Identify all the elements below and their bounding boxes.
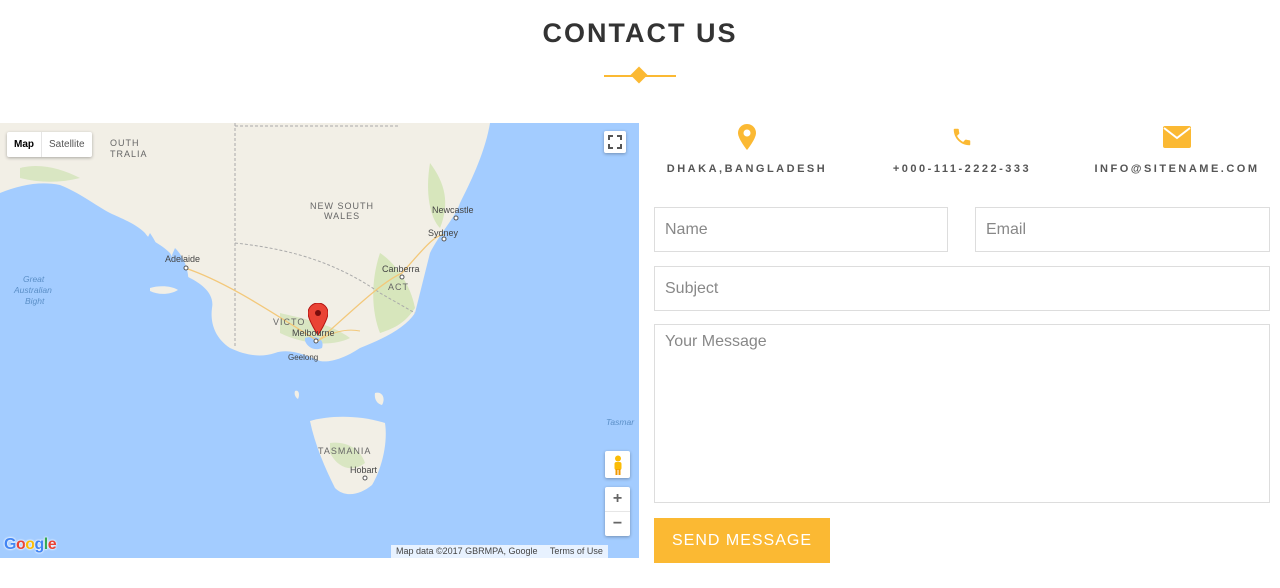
google-map[interactable]: OUTH TRALIA NEW SOUTH WALES Newcastle Syd… xyxy=(0,123,639,558)
subject-input[interactable] xyxy=(654,266,1270,311)
title-divider xyxy=(604,66,676,85)
map-data-text: Map data ©2017 GBRMPA, Google xyxy=(396,546,538,556)
zoom-out-button[interactable]: − xyxy=(605,512,630,536)
street-view-pegman-button[interactable] xyxy=(605,451,630,478)
terms-of-use-link[interactable]: Terms of Use xyxy=(550,546,603,556)
contact-email: INFO@SITENAME.COM xyxy=(1085,123,1269,175)
contact-phone: +000-111-2222-333 xyxy=(870,123,1054,175)
pegman-icon xyxy=(614,455,621,475)
zoom-in-button[interactable]: + xyxy=(605,487,630,512)
zoom-control: + − xyxy=(605,487,630,536)
map-attribution: Map data ©2017 GBRMPA, Google Terms of U… xyxy=(391,545,608,558)
message-textarea[interactable] xyxy=(654,324,1270,503)
send-message-button[interactable]: SEND MESSAGE xyxy=(654,518,830,563)
fullscreen-icon xyxy=(608,135,622,149)
map-type-map-button[interactable]: Map xyxy=(7,132,42,157)
map-type-control: Map Satellite xyxy=(7,132,92,157)
section-title: CONTACT US xyxy=(542,18,738,48)
fullscreen-button[interactable] xyxy=(604,131,626,153)
phone-text: +000-111-2222-333 xyxy=(892,163,1032,175)
address-text: DHAKA,BANGLADESH xyxy=(666,163,828,175)
email-input[interactable] xyxy=(975,207,1270,252)
map-marker-icon xyxy=(655,123,839,151)
name-input[interactable] xyxy=(654,207,948,252)
email-text: INFO@SITENAME.COM xyxy=(1094,163,1260,175)
phone-icon xyxy=(870,123,1054,151)
google-logo[interactable]: Google xyxy=(4,536,57,554)
map-city-dots xyxy=(183,215,459,481)
map-type-satellite-button[interactable]: Satellite xyxy=(42,132,92,157)
contact-address: DHAKA,BANGLADESH xyxy=(655,123,839,175)
envelope-icon xyxy=(1085,123,1269,151)
